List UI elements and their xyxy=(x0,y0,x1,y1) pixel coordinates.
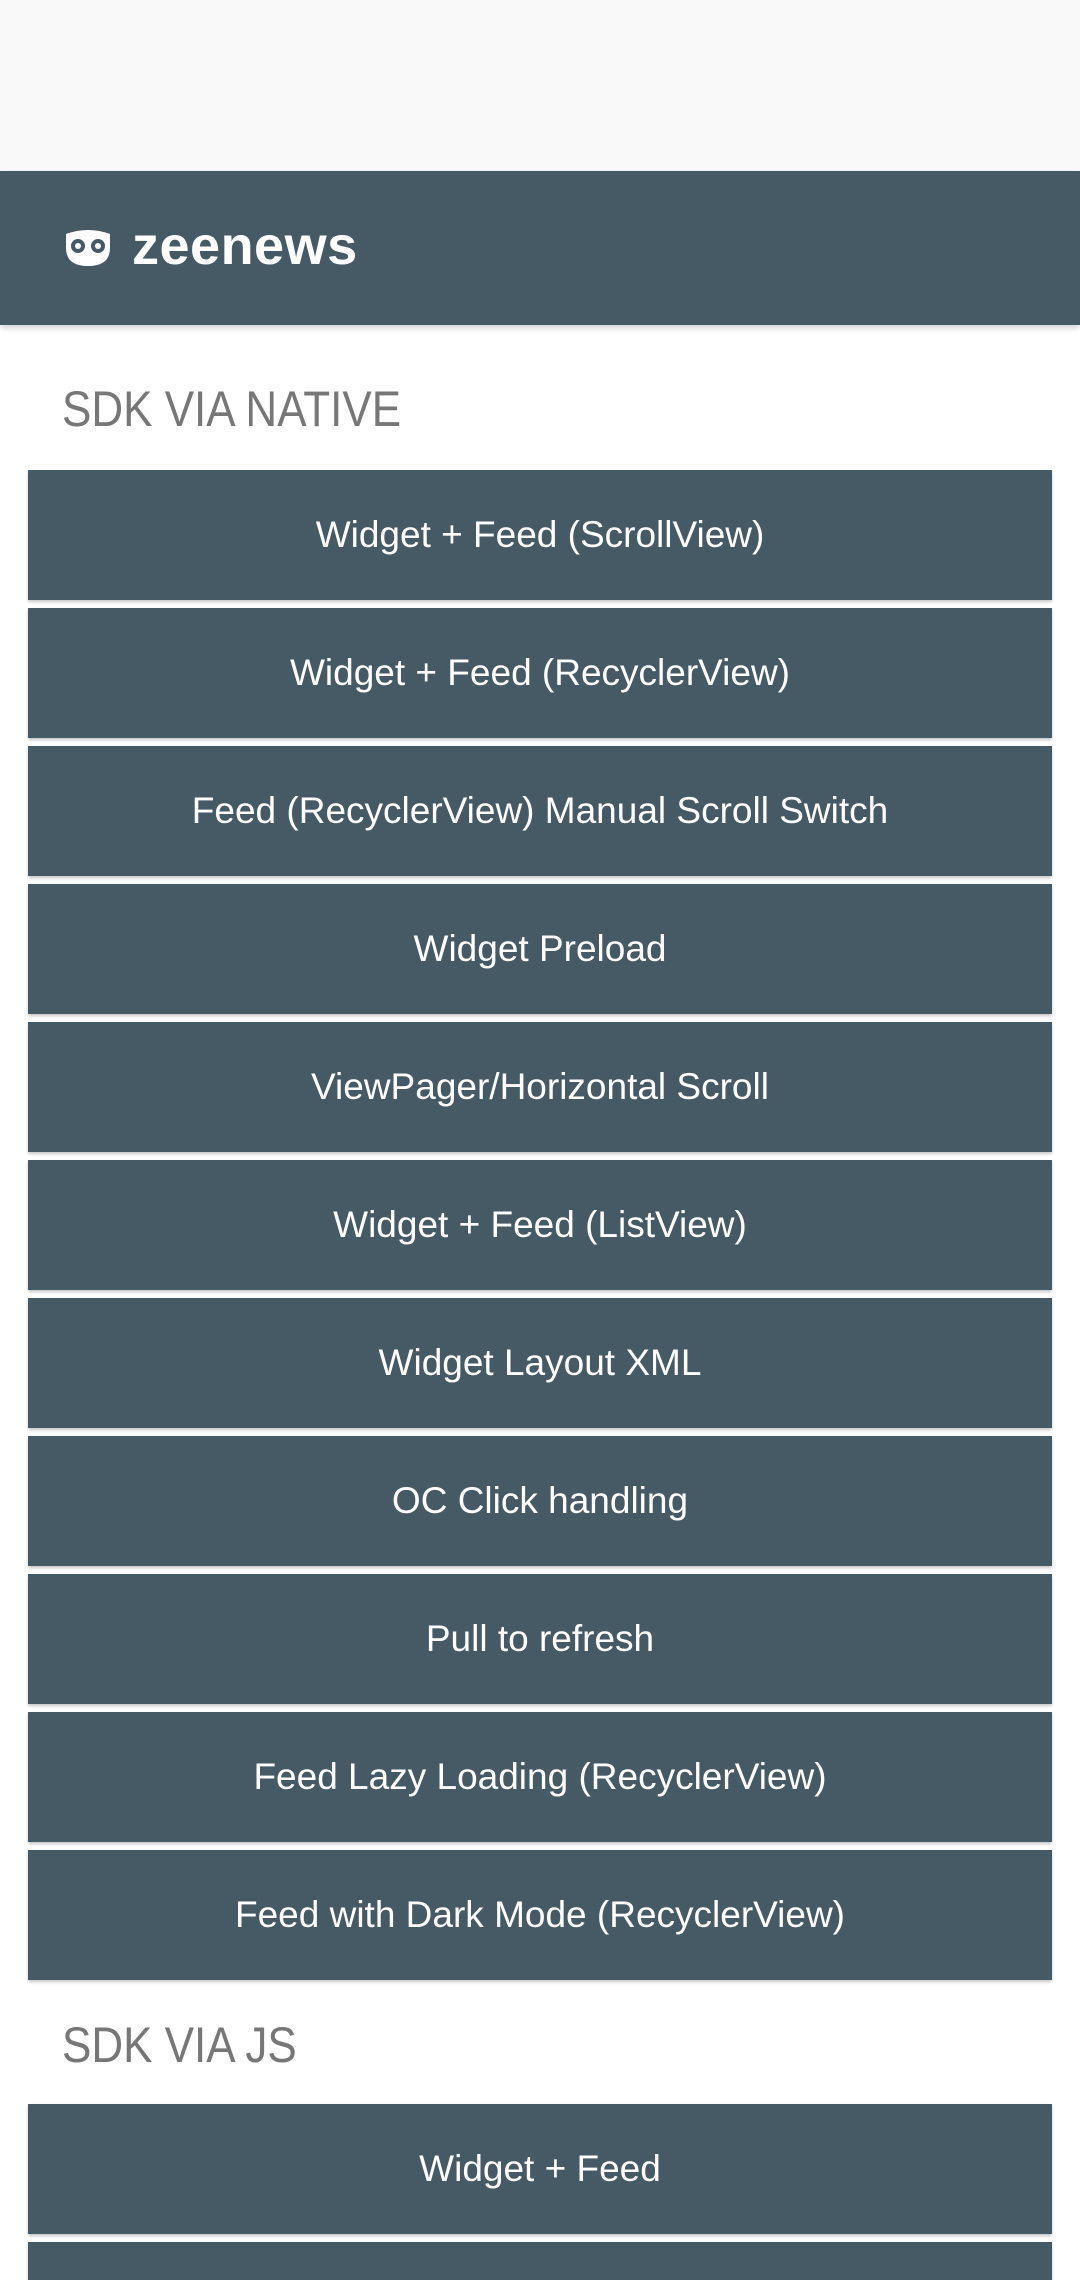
oc-click-handling-button[interactable]: OC Click handling xyxy=(28,1436,1052,1566)
widget-feed-scrollview-button[interactable]: Widget + Feed (ScrollView) xyxy=(28,470,1052,600)
viewpager-horizontal-scroll-button[interactable]: ViewPager/Horizontal Scroll xyxy=(28,1022,1052,1152)
widget-layout-xml-button[interactable]: Widget Layout XML xyxy=(28,1298,1052,1428)
app-title: zeenews xyxy=(132,216,358,276)
section-header-js: SDK VIA JS xyxy=(62,2017,297,2073)
js-next-button[interactable] xyxy=(28,2242,1052,2280)
status-bar xyxy=(0,0,1080,171)
pull-to-refresh-button[interactable]: Pull to refresh xyxy=(28,1574,1052,1704)
feed-lazy-loading-button[interactable]: Feed Lazy Loading (RecyclerView) xyxy=(28,1712,1052,1842)
app-bar: zeenews xyxy=(0,171,1080,325)
sample-list[interactable]: SDK VIA NATIVE Widget + Feed (ScrollView… xyxy=(0,325,1080,2280)
feed-manual-scroll-switch-button[interactable]: Feed (RecyclerView) Manual Scroll Switch xyxy=(28,746,1052,876)
feed-dark-mode-button[interactable]: Feed with Dark Mode (RecyclerView) xyxy=(28,1850,1052,1980)
widget-feed-recyclerview-button[interactable]: Widget + Feed (RecyclerView) xyxy=(28,608,1052,738)
section-header-native: SDK VIA NATIVE xyxy=(62,381,402,437)
js-widget-feed-button[interactable]: Widget + Feed xyxy=(28,2104,1052,2234)
widget-feed-listview-button[interactable]: Widget + Feed (ListView) xyxy=(28,1160,1052,1290)
owl-eyes-logo-icon xyxy=(66,230,110,266)
widget-preload-button[interactable]: Widget Preload xyxy=(28,884,1052,1014)
